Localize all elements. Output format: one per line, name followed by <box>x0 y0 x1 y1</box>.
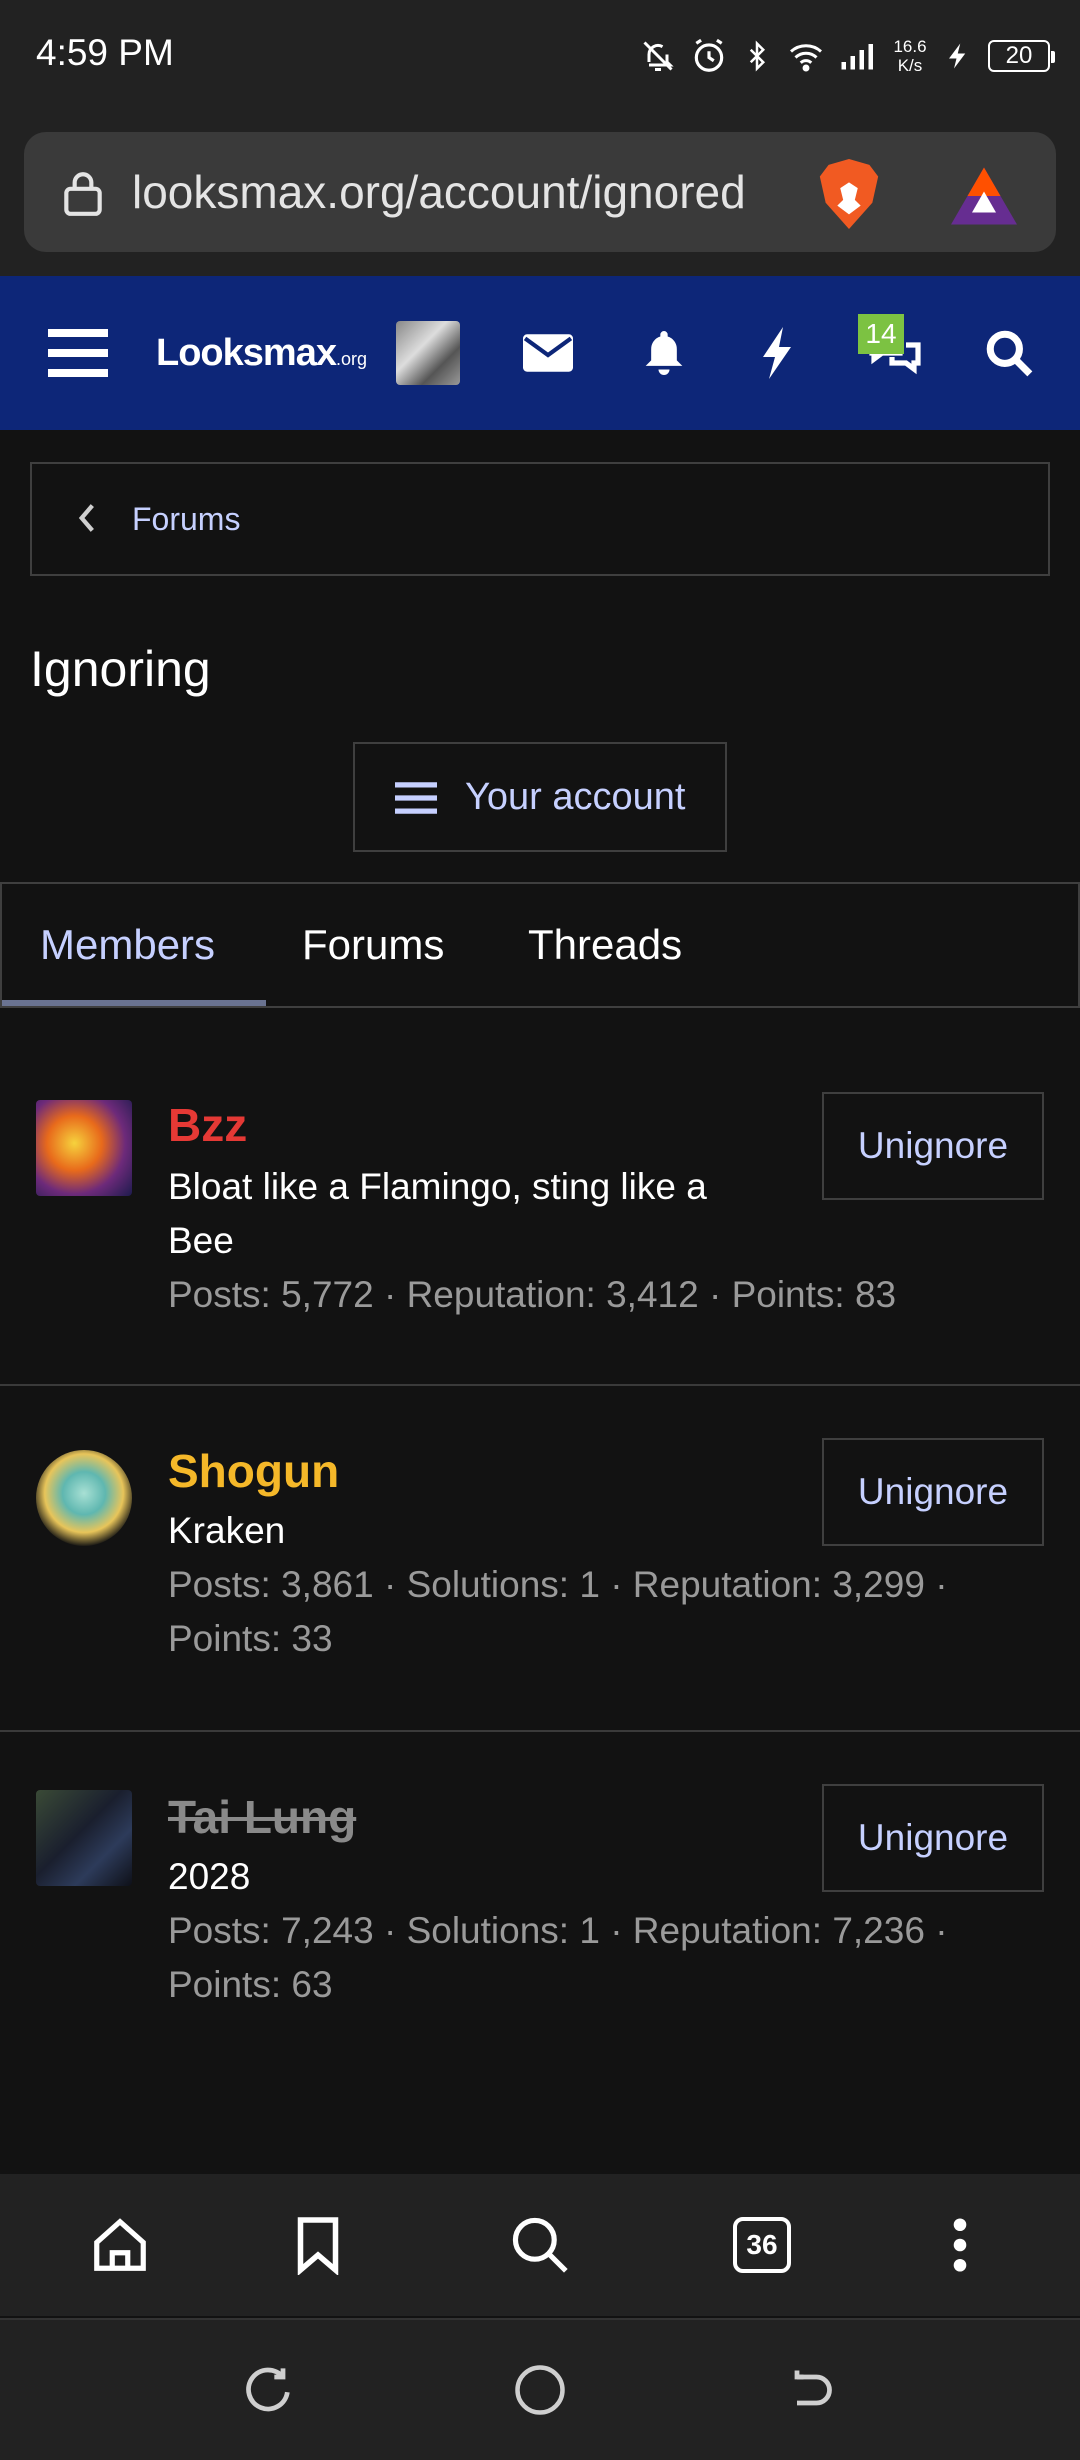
status-time: 4:59 PM <box>36 32 174 73</box>
more-vertical-icon <box>953 2218 967 2272</box>
tab-members[interactable]: Members <box>40 884 215 1006</box>
member-avatar[interactable] <box>36 1450 132 1546</box>
member-avatar[interactable] <box>36 1790 132 1886</box>
alerts-button[interactable] <box>634 276 694 430</box>
site-header: Looksmax.org <box>0 276 1080 430</box>
home-button[interactable] <box>80 2174 160 2316</box>
bluetooth-icon <box>749 40 766 72</box>
whats-new-button[interactable] <box>752 276 802 430</box>
member-name[interactable]: Bzz <box>168 1098 247 1152</box>
site-logo[interactable]: Looksmax.org <box>156 276 372 430</box>
browser-toolbar: looksmax.org/account/ignored <box>0 110 1080 276</box>
brave-rewards-icon[interactable] <box>948 164 1020 228</box>
avatar <box>396 321 460 385</box>
tab-forums[interactable]: Forums <box>302 884 444 1006</box>
unignore-button[interactable]: Unignore <box>822 1438 1044 1546</box>
home-icon <box>94 2218 146 2271</box>
lightning-icon <box>763 327 791 379</box>
lock-icon[interactable] <box>58 168 108 218</box>
alarm-icon <box>694 38 724 72</box>
search-icon <box>512 2217 568 2273</box>
charging-icon <box>949 43 966 69</box>
tab-switcher-button[interactable]: 36 <box>722 2174 802 2316</box>
unignore-button[interactable]: Unignore <box>822 1092 1044 1200</box>
bell-icon <box>645 331 683 375</box>
member-name[interactable]: Tai Lung <box>168 1790 356 1844</box>
active-tab-indicator <box>2 1000 266 1006</box>
user-avatar-button[interactable] <box>396 276 460 430</box>
ignore-tabs: Members Forums Threads <box>0 882 1080 1008</box>
battery-indicator: 20 <box>988 40 1055 72</box>
member-row: Shogun Kraken Posts: 3,861 · Solutions: … <box>0 1386 1080 1730</box>
signal-icon <box>841 44 873 70</box>
status-icons: 16.6 K/s 20 <box>640 28 1055 84</box>
back-icon <box>794 2370 832 2406</box>
hamburger-menu-button[interactable] <box>40 276 116 430</box>
envelope-icon <box>523 334 573 372</box>
member-avatar[interactable] <box>36 1100 132 1196</box>
chevron-left-icon <box>78 504 94 532</box>
net-speed: 16.6 K/s <box>893 37 927 75</box>
member-title: 2028 <box>168 1856 251 1897</box>
conversations-badge: 14 <box>858 314 904 354</box>
muted-bell-icon <box>643 41 674 71</box>
status-bar: 4:59 PM 16.6 K/s 20 <box>0 0 1080 110</box>
unignore-button[interactable]: Unignore <box>822 1784 1044 1892</box>
wifi-icon <box>790 44 822 72</box>
search-icon <box>986 330 1033 377</box>
bookmark-icon <box>297 2217 339 2275</box>
member-stats: Posts: 5,772 · Reputation: 3,412 · Point… <box>168 1274 897 1315</box>
hamburger-menu-icon <box>48 329 108 377</box>
member-row: Tai Lung 2028 Posts: 7,243 · Solutions: … <box>0 1732 1080 2032</box>
member-name[interactable]: Shogun <box>168 1444 339 1498</box>
menu-list-icon <box>395 782 437 814</box>
address-bar[interactable]: looksmax.org/account/ignored <box>24 132 1056 252</box>
member-title: Bloat like a Flamingo, sting like a Bee <box>168 1166 707 1261</box>
browser-bottom-toolbar: 36 <box>0 2174 1080 2316</box>
member-row: Bzz Bloat like a Flamingo, sting like a … <box>0 1008 1080 1384</box>
recent-apps-button[interactable] <box>230 2320 310 2460</box>
your-account-button[interactable]: Your account <box>353 742 727 852</box>
your-account-label: Your account <box>465 776 686 818</box>
bookmark-button[interactable] <box>278 2174 358 2316</box>
member-stats: Posts: 7,243 · Solutions: 1 · Reputation… <box>168 1910 948 2005</box>
member-title: Kraken <box>168 1510 286 1551</box>
logo-text: Looksmax.org <box>156 331 367 374</box>
back-button[interactable] <box>770 2320 850 2460</box>
search-button[interactable] <box>980 276 1038 430</box>
system-navigation-bar <box>0 2318 1080 2460</box>
recents-icon <box>246 2367 290 2412</box>
tab-count: 36 <box>733 2217 791 2273</box>
breadcrumb-link[interactable]: Forums <box>132 464 240 574</box>
member-stats: Posts: 3,861 · Solutions: 1 · Reputation… <box>168 1564 948 1659</box>
circle-home-icon <box>515 2365 565 2415</box>
url-text[interactable]: looksmax.org/account/ignored <box>132 132 812 252</box>
inbox-button[interactable] <box>516 276 580 430</box>
page-title: Ignoring <box>30 641 211 697</box>
brave-lion-icon[interactable] <box>814 156 884 232</box>
tab-threads[interactable]: Threads <box>528 884 682 1006</box>
breadcrumb[interactable]: Forums <box>30 462 1050 576</box>
more-menu-button[interactable] <box>920 2174 1000 2316</box>
home-system-button[interactable] <box>500 2320 580 2460</box>
search-button-bottom[interactable] <box>500 2174 580 2316</box>
